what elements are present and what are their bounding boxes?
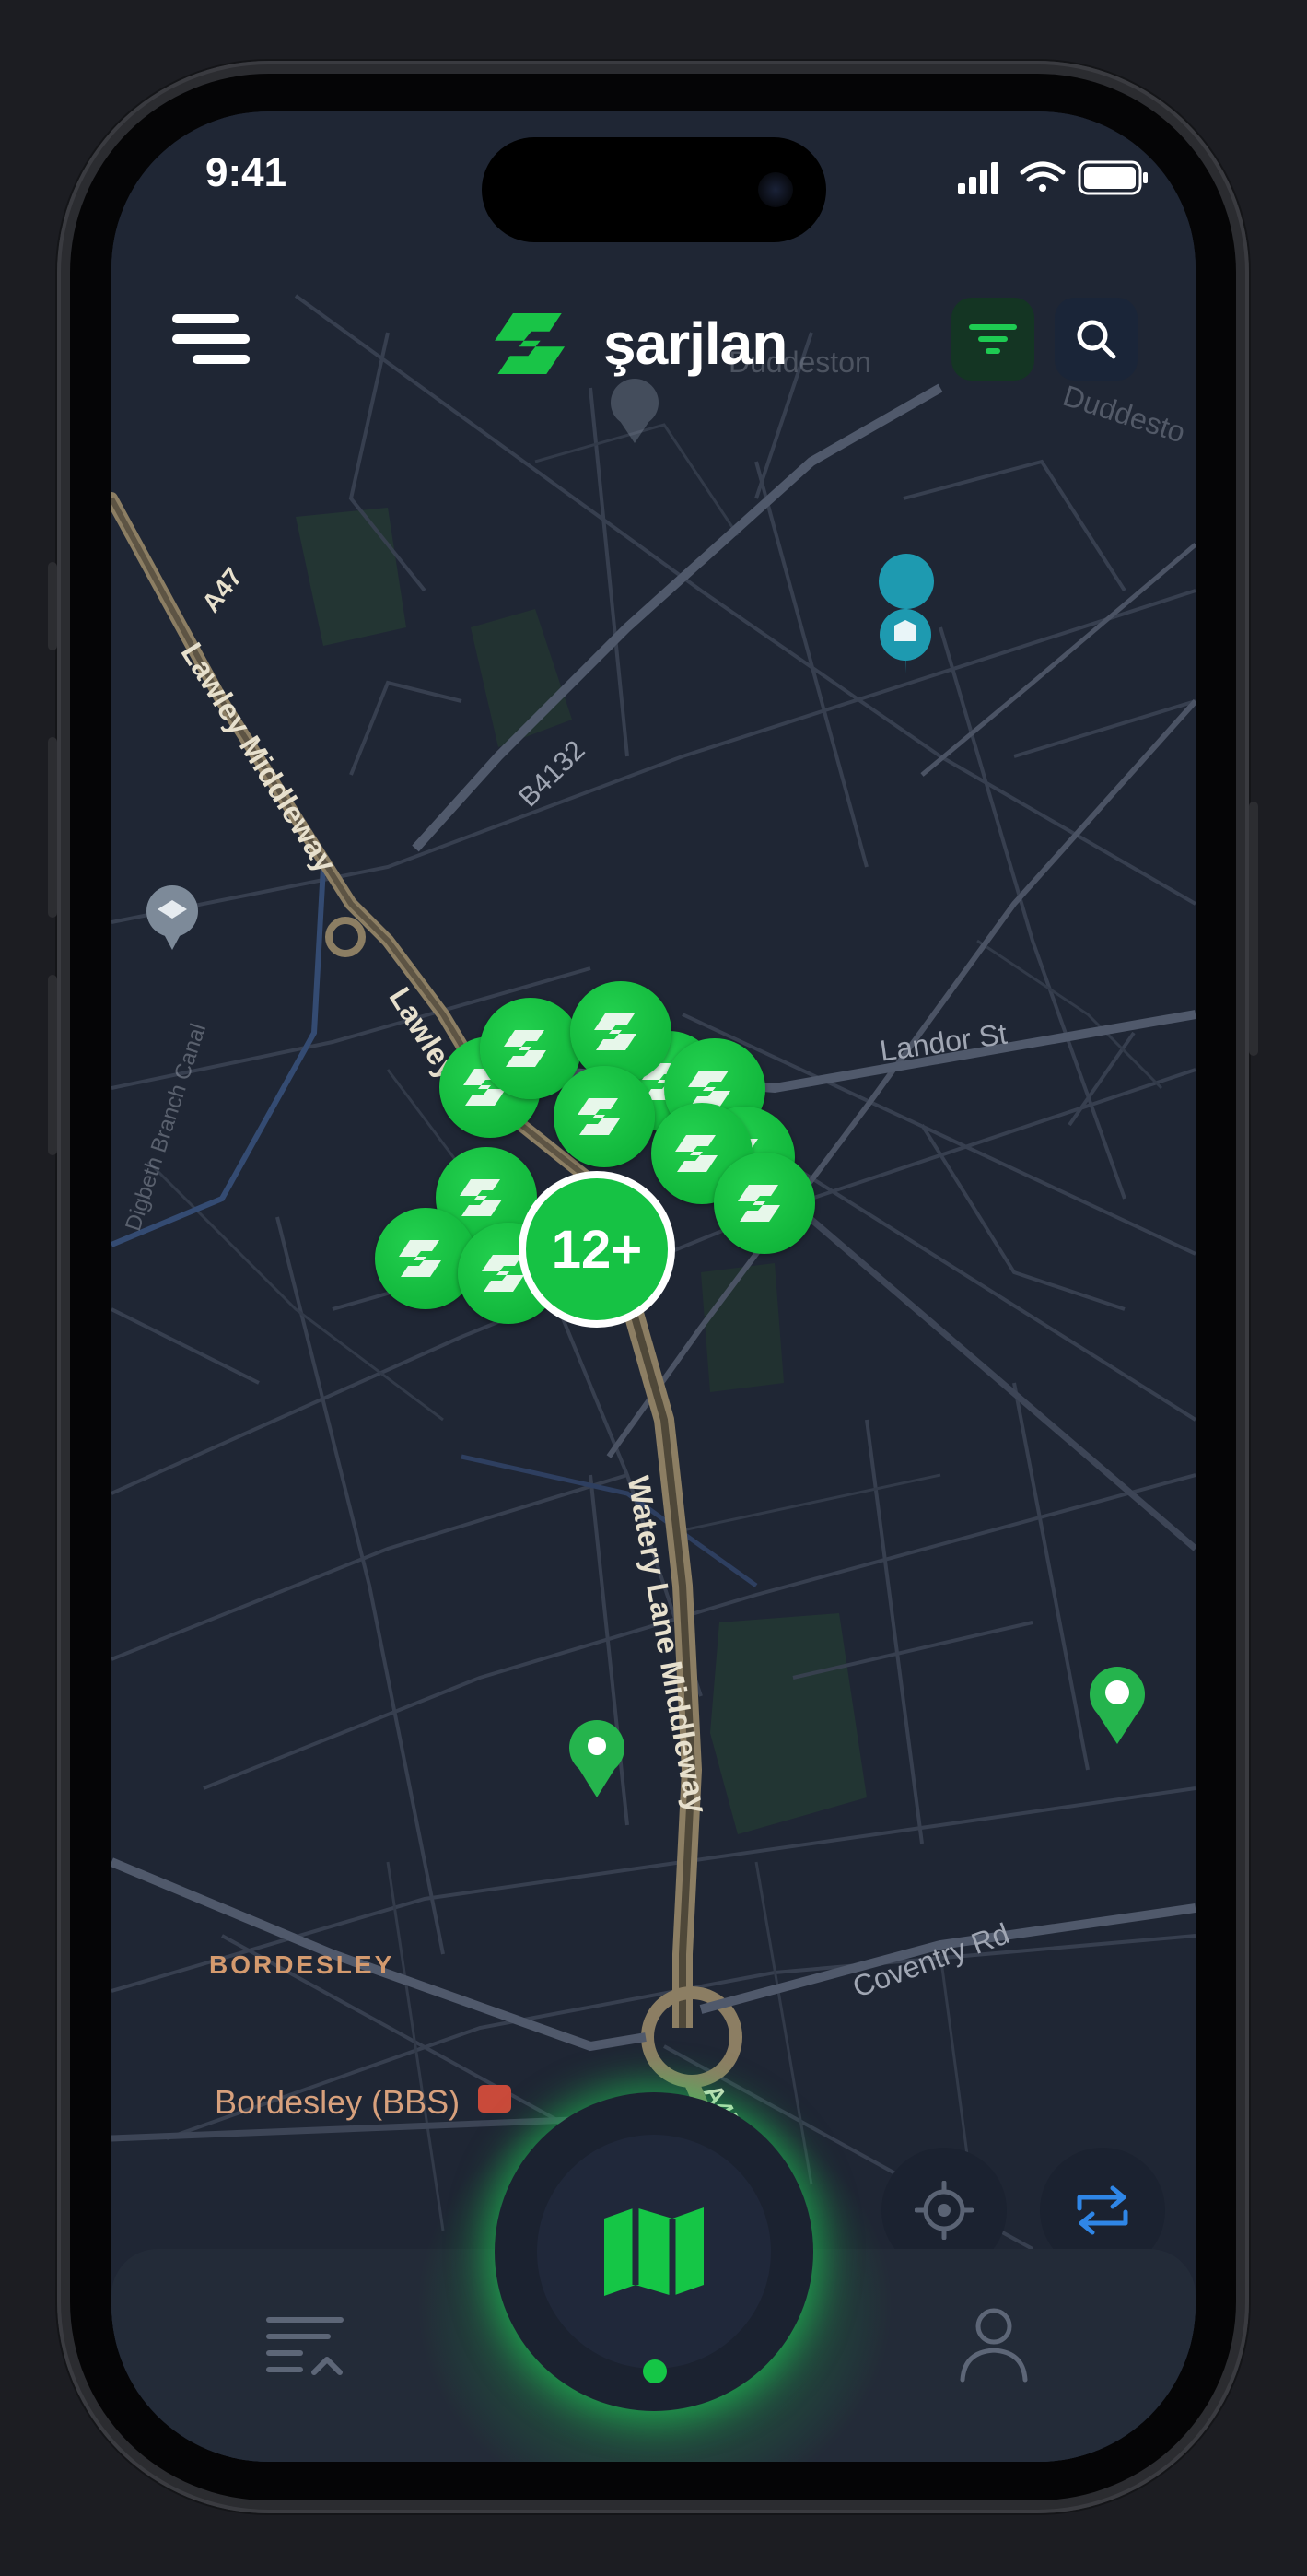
filter-button[interactable] [951,298,1034,381]
charger-marker[interactable] [570,981,671,1083]
camera-icon [758,172,793,207]
tab-list[interactable] [266,2313,347,2383]
map-tab-inner [537,2135,771,2369]
app-logo: şarjlan [491,307,788,381]
cluster-count-badge[interactable]: 12+ [519,1171,675,1328]
dynamic-island [482,137,826,242]
volume-down-button [48,975,57,1155]
profile-icon [960,2308,1028,2383]
wifi-icon [1020,161,1066,192]
menu-icon-line [193,355,250,364]
area-label-bordesley: BORDESLEY [209,1950,395,1979]
charger-marker[interactable] [554,1066,655,1167]
route-swap-icon [1077,2185,1128,2235]
tab-profile[interactable] [957,2306,1031,2383]
screen: A47 Lawley Middleway Lawley Mid B4132 La… [111,111,1196,2462]
logo-icon [495,313,566,374]
charger-marker[interactable] [714,1153,815,1254]
cluster-count-label: 12+ [551,1219,643,1280]
signal-icon [958,162,998,194]
top-bar: şarjlan [111,287,1196,388]
menu-icon-line [172,334,250,344]
menu-button[interactable] [172,307,261,371]
power-button [1249,802,1258,1056]
menu-icon [172,314,239,323]
status-icons [958,160,1148,195]
action-button [48,562,57,650]
tab-map[interactable] [495,2092,813,2411]
volume-up-button [48,737,57,918]
map-icon [604,2207,704,2296]
battery-icon [1078,160,1148,195]
active-tab-indicator [643,2359,667,2383]
search-button[interactable] [1055,298,1138,381]
status-time: 9:41 [205,150,287,195]
crosshair-icon [915,2181,974,2240]
list-icon [266,2317,344,2375]
search-icon [1077,320,1116,359]
filter-icon [969,324,1017,354]
app-name: şarjlan [603,310,788,377]
